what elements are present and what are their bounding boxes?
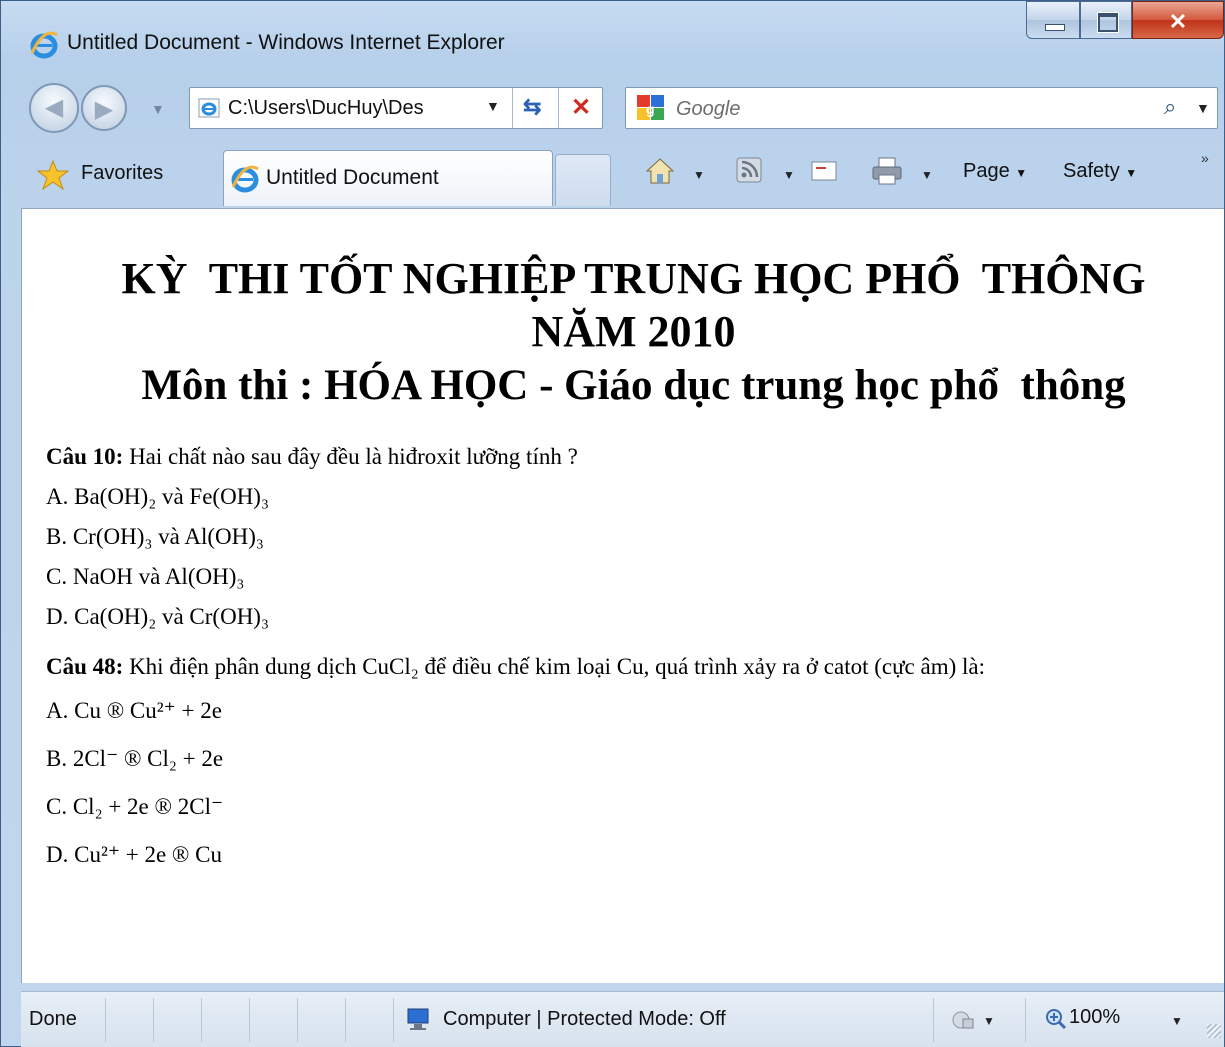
read-mail-icon[interactable] xyxy=(811,160,837,182)
safety-menu[interactable]: Safety ▼ xyxy=(1063,160,1137,183)
home-dropdown-icon[interactable]: ▼ xyxy=(693,168,705,182)
status-divider xyxy=(105,998,106,1042)
favorites-label: Favorites xyxy=(81,162,164,184)
question-48: Câu 48: Khi điện phân dung dịch CuCl₂ để… xyxy=(46,647,1221,687)
option-c: C. Cl₂ + 2e ® 2Cl⁻ xyxy=(46,794,224,820)
safety-menu-label: Safety xyxy=(1063,160,1120,182)
resize-grip[interactable] xyxy=(1207,1024,1221,1038)
option-d: D. Ca(OH)₂ và Cr(OH)₃ xyxy=(46,604,269,630)
tab-bar: Favorites Untitled Document ▼ ▼ ▼ Page ▼… xyxy=(1,146,1224,206)
stop-button[interactable]: ✕ xyxy=(558,88,603,128)
favorites-star-icon xyxy=(37,160,69,190)
option-b: B. 2Cl⁻ ® Cl₂ + 2e xyxy=(46,746,224,772)
close-button[interactable]: ✕ xyxy=(1132,1,1224,39)
feeds-icon[interactable] xyxy=(735,156,763,184)
address-bar[interactable]: C:\Users\DucHuy\Des ▼ ⇆ ✕ xyxy=(189,87,603,129)
status-divider xyxy=(297,998,298,1042)
tab-untitled-document[interactable]: Untitled Document xyxy=(223,150,553,206)
status-divider xyxy=(249,998,250,1042)
tab-label: Untitled Document xyxy=(266,166,439,189)
feeds-dropdown-icon[interactable]: ▼ xyxy=(783,168,795,182)
exam-heading: KỲ THI TỐT NGHIỆP TRUNG HỌC PHỔ THÔNG NĂ… xyxy=(46,253,1221,411)
page-icon xyxy=(198,98,220,118)
print-dropdown-icon[interactable]: ▼ xyxy=(921,168,933,182)
status-text: Done xyxy=(29,1008,77,1030)
minimize-icon xyxy=(1045,24,1065,31)
page-menu[interactable]: Page ▼ xyxy=(963,160,1027,183)
question-label: Câu 48: xyxy=(46,654,124,680)
option-a: A. Ba(OH)₂ và Fe(OH)₃ xyxy=(46,484,269,510)
zoom-dropdown-icon[interactable]: ▼ xyxy=(1171,1014,1183,1028)
option-c: C. NaOH và Al(OH)₃ xyxy=(46,564,245,590)
status-divider xyxy=(1025,998,1026,1042)
refresh-button[interactable]: ⇆ xyxy=(512,88,559,128)
document: KỲ THI TỐT NGHIỆP TRUNG HỌC PHỔ THÔNG NĂ… xyxy=(46,253,1221,879)
status-divider xyxy=(345,998,346,1042)
page-menu-label: Page xyxy=(963,160,1010,182)
zoom-icon[interactable] xyxy=(1045,1008,1067,1030)
question-text: Khi điện phân dung dịch CuCl₂ để điều ch… xyxy=(123,654,986,680)
minimize-button[interactable] xyxy=(1026,1,1080,39)
status-divider xyxy=(933,998,934,1042)
option-a: A. Cu ® Cu²⁺ + 2e xyxy=(46,698,222,724)
recent-pages-dropdown[interactable]: ▼ xyxy=(151,101,165,117)
heading-line-2: NĂM 2010 xyxy=(531,306,736,356)
stop-icon: ✕ xyxy=(571,94,592,121)
window-title: Untitled Document - Windows Internet Exp… xyxy=(67,31,505,54)
search-input[interactable]: Google xyxy=(676,98,741,121)
security-zone-text[interactable]: Computer | Protected Mode: Off xyxy=(443,1008,726,1031)
protected-mode-dropdown-icon[interactable]: ▼ xyxy=(983,1014,995,1028)
address-input[interactable]: C:\Users\DucHuy\Des xyxy=(228,97,478,120)
search-box[interactable]: g Google ⌕ ▼ xyxy=(625,87,1218,129)
ie-logo-icon xyxy=(30,31,58,59)
option-b: B. Cr(OH)₃ và Al(OH)₃ xyxy=(46,524,264,550)
zoom-level[interactable]: 100% xyxy=(1069,1006,1120,1029)
protected-mode-icon[interactable] xyxy=(951,1008,975,1032)
question-text: Hai chất nào sau đây đều là hiđroxit lưỡ… xyxy=(123,444,578,470)
heading-line-3: Môn thi : HÓA HỌC - Giáo dục trung học p… xyxy=(141,361,1126,409)
status-divider xyxy=(153,998,154,1042)
back-arrow-icon: ◀ xyxy=(44,94,64,121)
search-icon[interactable]: ⌕ xyxy=(1164,94,1176,120)
browser-window: Untitled Document - Windows Internet Exp… xyxy=(0,0,1225,1047)
title-bar: Untitled Document - Windows Internet Exp… xyxy=(1,1,1224,59)
page-dropdown-icon: ▼ xyxy=(1015,166,1028,180)
maximize-icon xyxy=(1098,13,1118,32)
print-icon[interactable] xyxy=(871,156,903,186)
forward-button[interactable]: ▶ xyxy=(81,85,127,131)
status-divider xyxy=(201,998,202,1042)
status-divider xyxy=(393,998,394,1042)
option-d: D. Cu²⁺ + 2e ® Cu xyxy=(46,842,222,868)
maximize-button[interactable] xyxy=(1080,1,1132,39)
heading-line-1: KỲ THI TỐT NGHIỆP TRUNG HỌC PHỔ THÔNG xyxy=(121,254,1146,303)
home-icon[interactable] xyxy=(645,156,675,186)
safety-dropdown-icon: ▼ xyxy=(1125,166,1138,180)
google-icon: g xyxy=(637,95,664,120)
forward-arrow-icon: ▶ xyxy=(94,96,114,123)
back-button[interactable]: ◀ xyxy=(29,83,79,133)
ie-tab-icon xyxy=(231,165,259,193)
navigation-bar: ◀ ▶ ▼ C:\Users\DucHuy\Des ▼ ⇆ ✕ g Google xyxy=(1,81,1224,139)
refresh-icon: ⇆ xyxy=(523,94,542,119)
computer-zone-icon xyxy=(407,1008,429,1030)
close-icon: ✕ xyxy=(1168,9,1188,34)
question-label: Câu 10: xyxy=(46,444,124,470)
more-commands-chevron-icon[interactable]: » xyxy=(1201,150,1209,166)
svg-text:g: g xyxy=(646,101,655,117)
question-10: Câu 10: Hai chất nào sau đây đều là hiđr… xyxy=(46,437,1221,477)
search-options-dropdown[interactable]: ▼ xyxy=(1196,100,1210,116)
status-bar: Done Computer | Protected Mode: Off ▼ 10… xyxy=(21,991,1224,1047)
page-content: KỲ THI TỐT NGHIỆP TRUNG HỌC PHỔ THÔNG NĂ… xyxy=(21,208,1224,983)
address-dropdown-icon[interactable]: ▼ xyxy=(486,98,500,114)
new-tab-button[interactable] xyxy=(555,154,611,206)
